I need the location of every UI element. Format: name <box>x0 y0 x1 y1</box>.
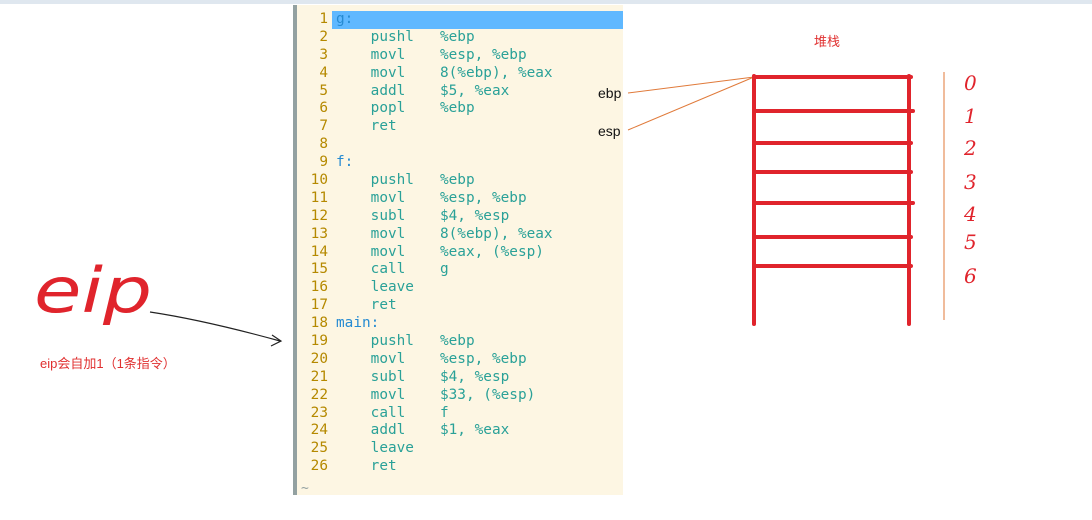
slot-number-1: 1 <box>964 104 977 128</box>
slot-number-3: 3 <box>964 170 977 194</box>
eip-handwritten: eip <box>34 254 152 327</box>
slot-number-2: 2 <box>963 136 977 160</box>
slot-number-5: 5 <box>964 230 977 254</box>
diagram-overlay: 0 1 2 3 4 5 6 eip <box>34 71 977 347</box>
slot-number-4: 4 <box>963 202 977 226</box>
slot-number-0: 0 <box>964 71 977 95</box>
eip-arrow <box>149 311 281 342</box>
stack-drawing <box>752 74 915 326</box>
slot-number-6: 6 <box>964 264 977 288</box>
